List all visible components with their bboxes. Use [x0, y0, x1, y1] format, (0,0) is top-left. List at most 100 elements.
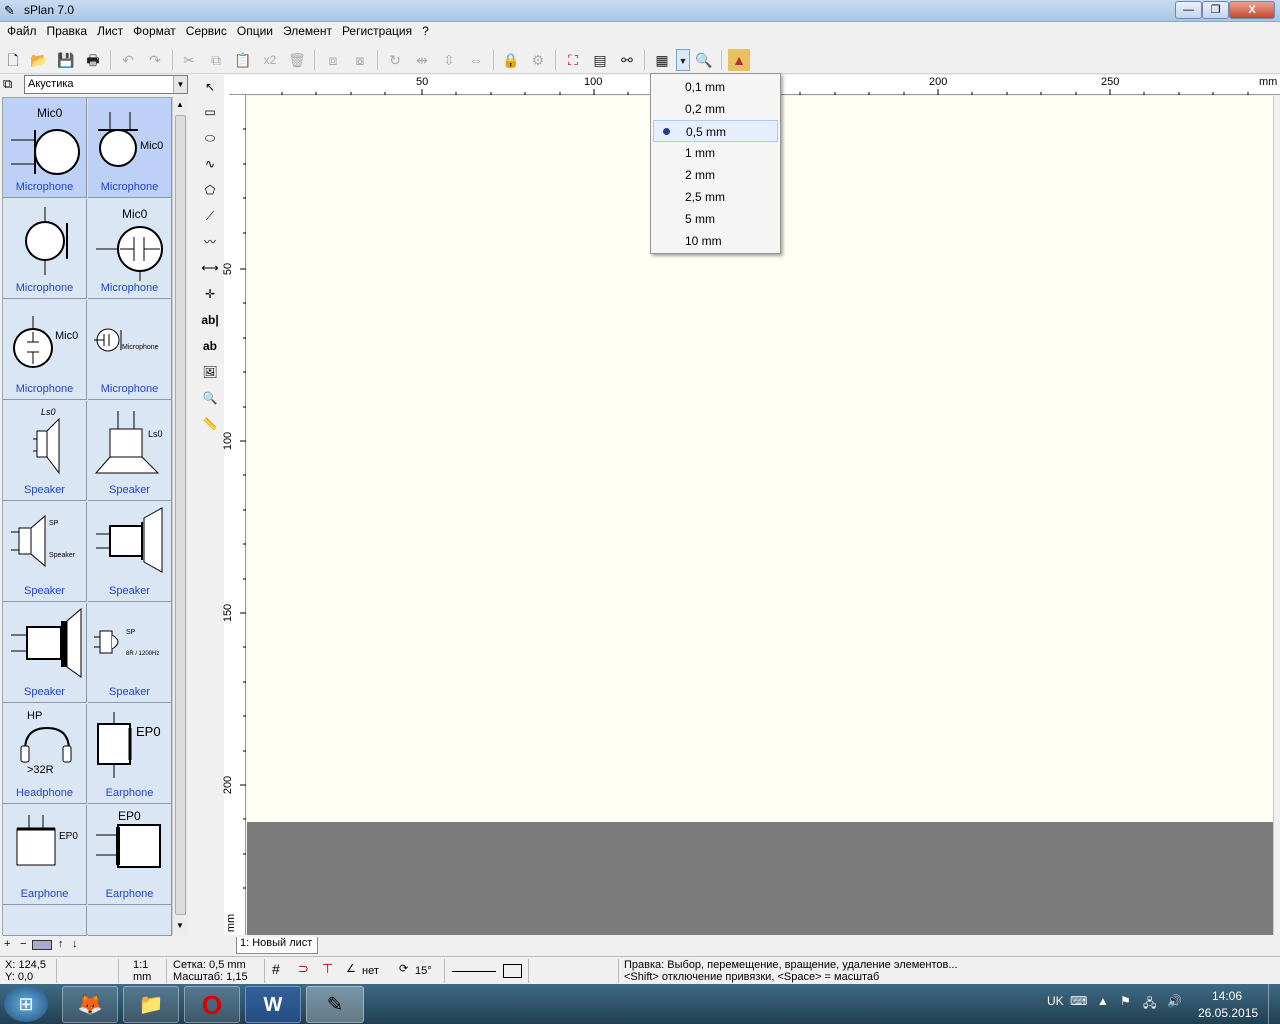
firefox-taskbar-icon[interactable]: 🦊 [62, 986, 118, 1023]
bezier-tool-icon[interactable]: 〰 [198, 230, 222, 254]
binoculars-icon[interactable]: ⚯ [616, 49, 638, 71]
maximize-button[interactable]: ❐ [1202, 1, 1229, 19]
paste-icon[interactable]: 📋 [232, 49, 254, 71]
freehand-tool-icon[interactable]: ∿ [198, 152, 222, 176]
show-desktop-button[interactable] [1268, 984, 1280, 1024]
grid-option-2-5mm[interactable]: 2,5 mm [653, 186, 778, 208]
save-icon[interactable]: 💾 [55, 49, 77, 71]
grid-option-0-1mm[interactable]: 0,1 mm [653, 76, 778, 98]
text-tool-icon[interactable]: ab| [198, 308, 222, 332]
library-item-headphone[interactable]: HP >32R Headphone [3, 704, 87, 804]
dimension-tool-icon[interactable]: ⟷ [198, 256, 222, 280]
library-scrollbar[interactable]: ▲ ▼ [172, 97, 188, 935]
menu-service[interactable]: Сервис [181, 22, 232, 40]
delete-icon[interactable]: 🗑 [286, 49, 308, 71]
grid-option-0-5mm[interactable]: 0,5 mm [653, 120, 778, 142]
opera-taskbar-icon[interactable]: O [184, 986, 240, 1023]
word-taskbar-icon[interactable]: W [245, 986, 301, 1023]
image-tool-icon[interactable]: 🖼 [198, 360, 222, 384]
mirror-horizontal-icon[interactable]: ⇹ [411, 49, 433, 71]
tray-arrow-icon[interactable]: ▲ [1097, 994, 1109, 1008]
mirror-vertical-icon[interactable]: ⇳ [438, 49, 460, 71]
library-item-microphone-5[interactable]: Mic0 Microphone [3, 300, 87, 400]
library-item-earphone-1[interactable]: EP0 Earphone [88, 704, 172, 804]
library-item-earphone-3[interactable]: EP0 Earphone [88, 805, 172, 905]
group-lock-icon[interactable]: 🔒 [500, 49, 522, 71]
menu-element[interactable]: Элемент [278, 22, 337, 40]
rename-icon[interactable] [32, 940, 52, 950]
open-folder-icon[interactable]: 📂 [28, 49, 50, 71]
library-item-earphone-2[interactable]: EP0 Earphone [3, 805, 87, 905]
angle-mode[interactable]: нет [362, 965, 379, 977]
angle-icon[interactable]: ∠ [346, 963, 356, 975]
measure-tool-icon[interactable]: 📏 [198, 412, 222, 436]
library-item-speaker-4[interactable]: Speaker [88, 502, 172, 602]
grid-icon[interactable]: ▦ [651, 49, 673, 71]
language-indicator[interactable]: UK [1047, 994, 1064, 1008]
polygon-tool-icon[interactable]: ⬠ [198, 178, 222, 202]
grid-toggle-icon[interactable]: # [272, 962, 280, 976]
scroll-up-icon[interactable]: ▲ [176, 100, 184, 109]
library-item-speaker-2[interactable]: Ls0 Speaker [88, 401, 172, 501]
start-button-icon[interactable]: ⊞ [4, 986, 48, 1022]
new-file-icon[interactable]: 🗋 [2, 49, 24, 71]
move-down-icon[interactable]: ↓ [72, 938, 78, 950]
menu-help[interactable]: ? [417, 22, 434, 40]
library-item-microphone-3[interactable]: Microphone [3, 199, 87, 299]
menu-options[interactable]: Опции [232, 22, 278, 40]
print-icon[interactable]: 🖶 [82, 49, 104, 71]
line-tool-icon[interactable]: ⟋ [198, 204, 222, 228]
library-item-microphone-2[interactable]: Mic0 Microphone [88, 98, 172, 198]
duplicate-x2-button[interactable]: x2 [259, 49, 281, 71]
scroll-thumb[interactable] [175, 115, 186, 915]
textbox-tool-icon[interactable]: ab [198, 334, 222, 358]
library-item-microphone-6[interactable]: Microphone Microphone [88, 300, 172, 400]
menu-sheet[interactable]: Лист [92, 22, 128, 40]
library-item-microphone-1[interactable]: Mic0 Microphone [3, 98, 87, 198]
grid-option-0-2mm[interactable]: 0,2 mm [653, 98, 778, 120]
splan-taskbar-icon[interactable]: ✎ [306, 986, 364, 1023]
undo-icon[interactable]: ↶ [117, 49, 139, 71]
ortho-icon[interactable]: ⊤ [322, 962, 333, 975]
library-select[interactable]: Акустика ▼ [24, 75, 188, 94]
rectangle-tool-icon[interactable]: ▭ [198, 100, 222, 124]
volume-icon[interactable]: 🔊 [1167, 994, 1182, 1008]
export-image-icon[interactable]: ▲ [728, 49, 750, 71]
zoom-icon[interactable]: 🔍 [693, 49, 715, 71]
select-pointer-icon[interactable]: ↖ [198, 75, 222, 99]
line-style-preview[interactable] [452, 971, 496, 972]
bring-front-icon[interactable]: ⧈ [322, 49, 344, 71]
grid-dropdown-arrow[interactable]: ▼ [676, 49, 690, 71]
clock-date[interactable]: 26.05.2015 [1198, 1006, 1258, 1020]
grid-option-10mm[interactable]: 10 mm [653, 230, 778, 252]
library-item-speaker-5[interactable]: Speaker [3, 603, 87, 703]
snap-magnet-icon[interactable]: ⊃ [298, 962, 309, 975]
junction-tool-icon[interactable]: ✛ [198, 282, 222, 306]
sheet-tab[interactable]: 1: Новый лист [236, 937, 318, 954]
redo-icon[interactable]: ↷ [144, 49, 166, 71]
workspace-scrollbar[interactable] [1273, 96, 1280, 935]
library-item-microphone-4[interactable]: Mic0 Microphone [88, 199, 172, 299]
menu-format[interactable]: Формат [128, 22, 181, 40]
remove-icon[interactable]: − [20, 938, 26, 950]
ellipse-tool-icon[interactable]: ⬭ [198, 126, 222, 150]
minimize-button[interactable]: — [1175, 1, 1202, 19]
clock-time[interactable]: 14:06 [1212, 989, 1242, 1003]
action-center-icon[interactable]: ⚑ [1120, 994, 1131, 1008]
grid-option-1mm[interactable]: 1 mm [653, 142, 778, 164]
menu-file[interactable]: Файл [2, 22, 42, 40]
copy-icon[interactable]: ⧉ [205, 49, 227, 71]
menu-edit[interactable]: Правка [42, 22, 93, 40]
rotation-icon[interactable]: ⟳ [399, 963, 408, 975]
grid-option-5mm[interactable]: 5 mm [653, 208, 778, 230]
library-item-speaker-1[interactable]: Ls0 Speaker [3, 401, 87, 501]
ungroup-icon[interactable]: ⚙ [527, 49, 549, 71]
menu-registration[interactable]: Регистрация [337, 22, 417, 40]
library-item-speaker-6[interactable]: SP 8R / 1200Hz Speaker [88, 603, 172, 703]
align-icon[interactable]: ⇔ [465, 49, 487, 71]
explorer-taskbar-icon[interactable]: 📁 [123, 986, 179, 1023]
cut-icon[interactable]: ✂ [178, 49, 200, 71]
fill-style-preview[interactable] [503, 964, 522, 978]
rotate-icon[interactable]: ↻ [384, 49, 406, 71]
send-back-icon[interactable]: ⧇ [349, 49, 371, 71]
